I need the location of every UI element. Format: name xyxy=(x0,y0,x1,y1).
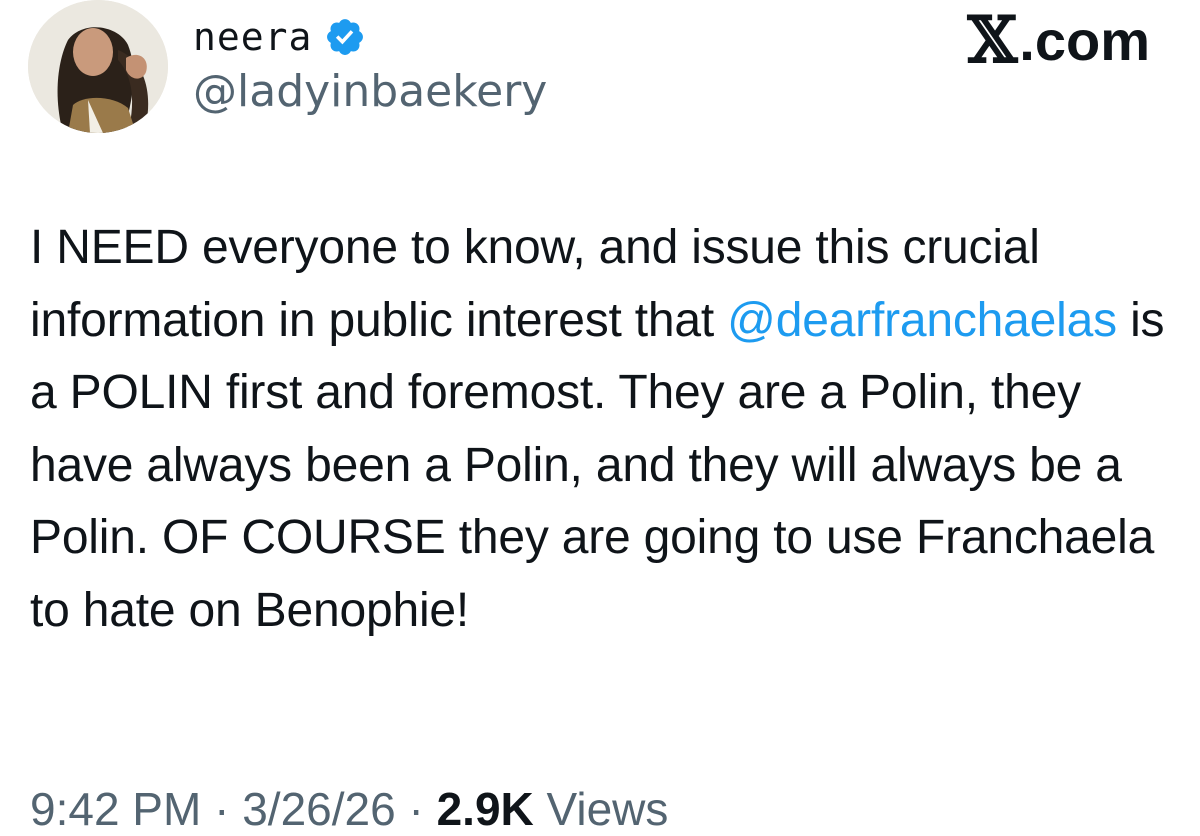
x-logo-icon: 𝕏 xyxy=(967,3,1018,78)
avatar[interactable] xyxy=(28,0,168,133)
user-handle[interactable]: @ladyinbaekery xyxy=(193,66,547,117)
avatar-image xyxy=(28,0,168,133)
meta-separator: · xyxy=(201,783,243,835)
tweet-time[interactable]: 9:42 PM xyxy=(30,783,201,835)
views-count: 2.9K xyxy=(436,783,534,835)
tweet-text: I NEED everyone to know, and issue this … xyxy=(30,212,1180,647)
meta-separator: · xyxy=(395,783,437,835)
views-label xyxy=(534,783,547,835)
mention-link[interactable]: @dearfranchaelas xyxy=(727,294,1117,347)
verified-badge-icon xyxy=(327,19,364,55)
tweet-date[interactable]: 3/26/26 xyxy=(242,783,395,835)
display-name-row[interactable]: neera xyxy=(193,12,366,62)
display-name[interactable]: neera xyxy=(193,15,312,59)
brand-logo: 𝕏 .com xyxy=(968,8,1150,74)
tweet-meta: 9:42 PM · 3/26/26 · 2.9K Views xyxy=(30,782,668,836)
tweet-card: neera @ladyinbaekery 𝕏 .com I NEED everyo… xyxy=(0,0,1200,835)
brand-domain: .com xyxy=(1019,9,1150,72)
views-label-text: Views xyxy=(546,783,669,835)
